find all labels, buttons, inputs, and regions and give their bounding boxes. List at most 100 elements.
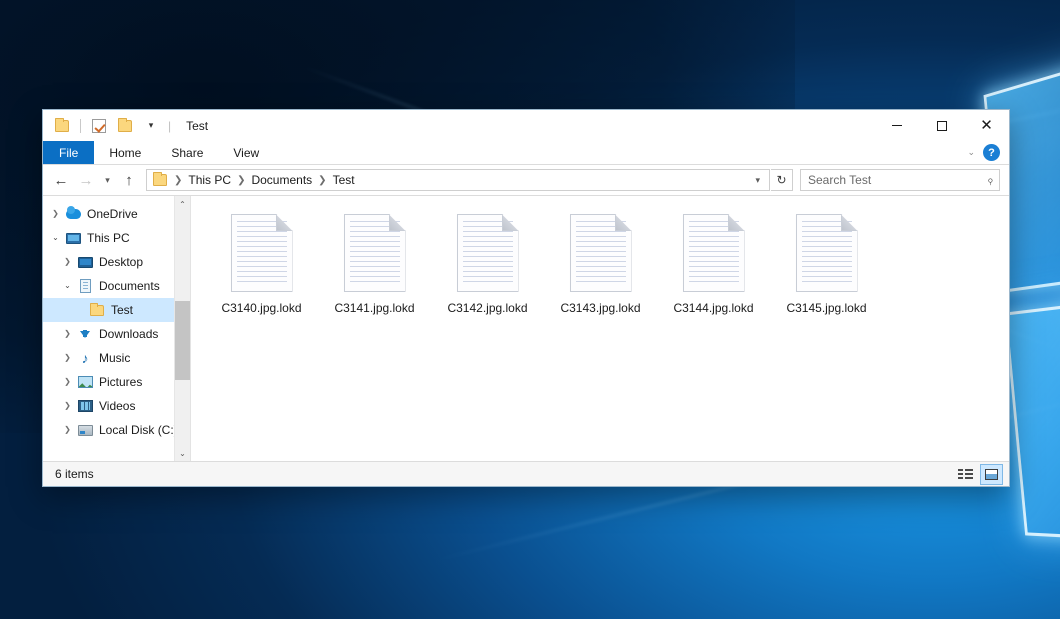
breadcrumb-separator: ❯ <box>171 175 185 186</box>
status-bar: 6 items <box>43 461 1009 486</box>
minimize-icon <box>892 125 902 126</box>
file-item[interactable]: C3143.jpg.lokd <box>544 210 657 322</box>
up-button[interactable]: ↑ <box>117 168 141 192</box>
refresh-button[interactable]: ↻ <box>771 169 793 191</box>
details-view-button[interactable] <box>954 464 977 485</box>
title-bar[interactable]: ▾ | Test ✕ <box>43 110 1009 141</box>
folder-icon[interactable] <box>51 115 73 137</box>
sidebar-item-this-pc[interactable]: ⌄ This PC <box>43 226 190 250</box>
sidebar-item-label: Music <box>99 351 130 365</box>
scrollbar-thumb[interactable] <box>175 301 190 380</box>
disk-icon <box>76 425 94 436</box>
sidebar-item-videos[interactable]: ❯ Videos <box>43 394 190 418</box>
document-icon <box>344 214 406 292</box>
breadcrumb-test[interactable]: Test <box>330 172 358 188</box>
address-bar[interactable]: ❯ This PC ❯ Documents ❯ Test ▾ <box>146 169 770 191</box>
sidebar-item-label: Downloads <box>99 327 158 341</box>
pictures-icon <box>76 376 94 388</box>
file-item[interactable]: C3142.jpg.lokd <box>431 210 544 322</box>
navigation-scrollbar[interactable]: ⌃ ⌄ <box>174 196 190 461</box>
large-icons-view-button[interactable] <box>980 464 1003 485</box>
onedrive-icon <box>64 209 82 219</box>
desktop-icon <box>76 257 94 268</box>
documents-icon <box>76 279 94 293</box>
sidebar-item-music[interactable]: ❯ ♪ Music <box>43 346 190 370</box>
navigation-tree: ❯ OneDrive ⌄ This PC ❯ Desktop <box>43 196 190 442</box>
close-button[interactable]: ✕ <box>964 110 1009 141</box>
back-button[interactable]: ← <box>49 168 73 192</box>
breadcrumb-this-pc[interactable]: This PC <box>185 172 234 188</box>
new-folder-icon[interactable] <box>114 115 136 137</box>
chevron-right-icon[interactable]: ❯ <box>59 378 76 386</box>
chevron-down-icon[interactable]: ▾ <box>140 115 162 137</box>
downloads-icon <box>76 331 94 338</box>
chevron-right-icon[interactable]: ❯ <box>59 426 76 434</box>
search-box[interactable]: ⌕ <box>800 169 1000 191</box>
sidebar-item-desktop[interactable]: ❯ Desktop <box>43 250 190 274</box>
sidebar-item-label: Videos <box>99 399 135 413</box>
document-icon <box>570 214 632 292</box>
window-body: ❯ OneDrive ⌄ This PC ❯ Desktop <box>43 195 1009 461</box>
sidebar-item-label: Documents <box>99 279 160 293</box>
document-icon <box>683 214 745 292</box>
sidebar-item-label: Test <box>111 303 133 317</box>
this-pc-icon <box>64 233 82 244</box>
sidebar-item-onedrive[interactable]: ❯ OneDrive <box>43 202 190 226</box>
chevron-down-icon[interactable]: ▾ <box>750 175 765 186</box>
properties-icon[interactable] <box>88 115 110 137</box>
document-icon <box>231 214 293 292</box>
quick-access-toolbar: ▾ <box>43 110 162 141</box>
close-icon: ✕ <box>980 118 993 133</box>
scrollbar-track[interactable] <box>175 212 190 445</box>
file-item[interactable]: C3145.jpg.lokd <box>770 210 883 322</box>
sidebar-item-pictures[interactable]: ❯ Pictures <box>43 370 190 394</box>
sidebar-item-label: Desktop <box>99 255 143 269</box>
tab-home[interactable]: Home <box>94 141 156 164</box>
details-view-icon <box>958 469 973 480</box>
sidebar-item-documents[interactable]: ⌄ Documents <box>43 274 190 298</box>
chevron-right-icon[interactable]: ❯ <box>47 210 64 218</box>
tab-file[interactable]: File <box>43 141 94 164</box>
properties-glyph <box>92 119 106 133</box>
scroll-up-icon[interactable]: ⌃ <box>175 196 190 212</box>
sidebar-item-label: Local Disk (C:) <box>99 423 178 437</box>
sidebar-item-label: This PC <box>87 231 130 245</box>
file-list-pane[interactable]: C3140.jpg.lokd C3141.jpg.lokd C3142.jpg.… <box>191 196 1009 461</box>
large-icons-view-icon <box>985 469 998 480</box>
sidebar-item-local-disk[interactable]: ❯ Local Disk (C:) <box>43 418 190 442</box>
maximize-button[interactable] <box>919 110 964 141</box>
tab-view[interactable]: View <box>218 141 274 164</box>
view-buttons <box>954 464 1003 485</box>
toolbar-divider <box>80 119 81 133</box>
chevron-down-icon[interactable]: ⌄ <box>47 234 64 242</box>
chevron-right-icon[interactable]: ❯ <box>59 354 76 362</box>
document-icon <box>457 214 519 292</box>
search-input[interactable] <box>808 173 987 187</box>
maximize-icon <box>937 121 947 131</box>
music-icon: ♪ <box>76 351 94 365</box>
sidebar-item-test[interactable]: Test <box>43 298 190 322</box>
folder-glyph <box>55 120 69 132</box>
file-explorer-window: ▾ | Test ✕ File Home Share View <box>42 109 1010 487</box>
chevron-right-icon[interactable]: ❯ <box>59 402 76 410</box>
help-icon[interactable]: ? <box>983 144 1000 161</box>
forward-button[interactable]: → <box>74 168 98 192</box>
item-count-label: 6 items <box>55 467 94 481</box>
chevron-down-icon[interactable]: ⌄ <box>967 147 975 158</box>
tab-share[interactable]: Share <box>156 141 218 164</box>
chevron-down-icon[interactable]: ⌄ <box>59 282 76 290</box>
file-item[interactable]: C3141.jpg.lokd <box>318 210 431 322</box>
file-grid: C3140.jpg.lokd C3141.jpg.lokd C3142.jpg.… <box>205 210 1009 322</box>
sidebar-item-downloads[interactable]: ❯ Downloads <box>43 322 190 346</box>
breadcrumb-documents[interactable]: Documents <box>248 172 315 188</box>
minimize-button[interactable] <box>874 110 919 141</box>
file-name-label: C3142.jpg.lokd <box>447 301 527 316</box>
chevron-right-icon[interactable]: ❯ <box>59 330 76 338</box>
folder-icon <box>153 174 167 186</box>
recent-locations-button[interactable]: ▾ <box>99 168 116 192</box>
chevron-right-icon[interactable]: ❯ <box>59 258 76 266</box>
file-item[interactable]: C3144.jpg.lokd <box>657 210 770 322</box>
file-item[interactable]: C3140.jpg.lokd <box>205 210 318 322</box>
scroll-down-icon[interactable]: ⌄ <box>175 445 190 461</box>
videos-icon <box>76 400 94 412</box>
